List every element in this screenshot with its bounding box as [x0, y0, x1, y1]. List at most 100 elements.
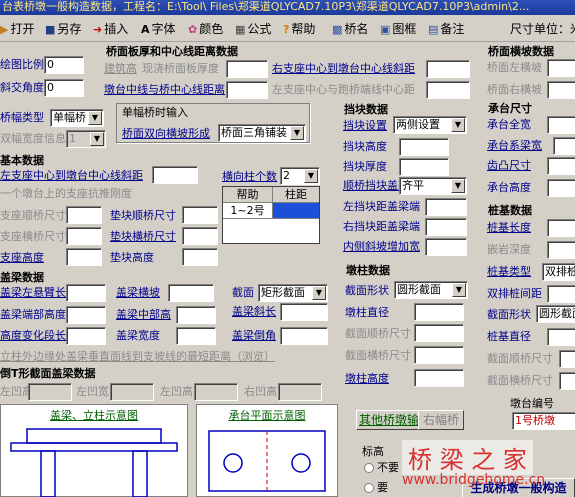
- chevron-down-icon: ▼: [304, 169, 318, 183]
- support-long-input[interactable]: [66, 206, 102, 224]
- skew-input[interactable]: 0: [44, 79, 84, 97]
- column-spacing-table: 帮助 柱距 1~2号: [222, 186, 320, 244]
- deck-width-select[interactable]: 1 ▼: [66, 130, 106, 148]
- save-icon: ■: [45, 23, 56, 36]
- help-button[interactable]: ? 帮助: [283, 22, 315, 37]
- color-button[interactable]: ✿ 颜色: [188, 22, 223, 37]
- table-header-help[interactable]: 帮助: [223, 187, 273, 203]
- inner-slope-label: 内侧斜坡增加宽: [343, 240, 420, 253]
- deck-slope-select[interactable]: 桥面三角铺装 ▼: [218, 124, 306, 142]
- note-button[interactable]: ▤ 备注: [428, 22, 464, 37]
- right-retaining-dist-label: 右挡块距盖梁端: [343, 220, 420, 233]
- cap-chamfer-input[interactable]: [280, 327, 328, 345]
- left-retaining-dist-input[interactable]: [425, 198, 467, 216]
- pier-section-trans-input[interactable]: [414, 346, 464, 364]
- left-support-dist-label: 左支座中心到墩台中心线斜距: [0, 169, 143, 182]
- right-slope-input[interactable]: [547, 81, 575, 99]
- pier-section-long-label: 截面顺桥尺寸: [345, 327, 411, 340]
- option-yes[interactable]: 要: [364, 482, 388, 493]
- pile-section-select[interactable]: 圆形截面: [536, 305, 575, 323]
- pier-diameter-input[interactable]: [414, 303, 464, 321]
- option-no[interactable]: 不要: [364, 462, 399, 473]
- cap-full-width-input[interactable]: [547, 116, 575, 134]
- note-icon: ▤: [428, 23, 439, 36]
- insert-button[interactable]: ➜ 插入: [93, 22, 128, 37]
- deck-type-select[interactable]: 单幅桥 ▼: [50, 109, 104, 127]
- pad-trans-input[interactable]: [182, 227, 218, 245]
- pile-length-input[interactable]: [547, 219, 575, 237]
- pile-type-select[interactable]: 双排桩: [542, 263, 575, 281]
- deck-thick-input[interactable]: [226, 60, 268, 78]
- cap-system-width-input[interactable]: [553, 137, 575, 155]
- save-as-button[interactable]: ■ 另存: [45, 22, 81, 37]
- double-pile-input[interactable]: [547, 285, 575, 303]
- pad-long-input[interactable]: [182, 206, 218, 224]
- cap-slope-input[interactable]: [168, 284, 214, 302]
- cap-height-input[interactable]: [547, 179, 575, 197]
- frame-button[interactable]: ▣ 图框: [380, 22, 416, 37]
- support-height-label: 支座高度: [0, 251, 44, 264]
- retaining-setup-select[interactable]: 两侧设置 ▼: [393, 116, 467, 134]
- height-change-input[interactable]: [66, 327, 106, 345]
- left-slope-label: 桥面左横坡: [487, 61, 542, 74]
- right-notch-height-input[interactable]: [278, 383, 322, 401]
- left-notch-short-input[interactable]: [194, 383, 238, 401]
- pier-to-bridge-input[interactable]: [226, 81, 268, 99]
- cap-size-header: 承台尺寸: [488, 102, 532, 115]
- convex-label: 齿凸尺寸: [487, 159, 531, 172]
- pier-height-input[interactable]: [414, 369, 464, 387]
- pier-section-select[interactable]: 圆形截面 ▼: [394, 281, 468, 299]
- pile-section-long-input[interactable]: [559, 350, 575, 368]
- left-notch-height-input[interactable]: [28, 383, 72, 401]
- cap-end-height-input[interactable]: [66, 306, 106, 324]
- support-trans-input[interactable]: [66, 227, 102, 245]
- cross-col-label: 横向柱个数: [222, 170, 277, 183]
- scale-label: 绘图比例: [0, 58, 44, 71]
- left-support-pad-input[interactable]: [426, 81, 470, 99]
- retaining-thick-input[interactable]: [399, 158, 449, 176]
- cap-left-cant-input[interactable]: [66, 284, 106, 302]
- left-support-dist-input[interactable]: [152, 166, 198, 184]
- unit-label: 尺寸单位：米: [510, 22, 575, 36]
- retaining-height-input[interactable]: [399, 138, 449, 156]
- right-support-input[interactable]: [426, 60, 470, 78]
- pier-section-long-input[interactable]: [414, 324, 464, 342]
- font-button[interactable]: A 字体: [141, 22, 176, 37]
- bridge-name-button[interactable]: ▩ 桥名: [332, 22, 368, 37]
- right-retaining-dist-input[interactable]: [425, 218, 467, 236]
- cap-left-cant-label: 盖梁左悬臂长: [0, 286, 66, 299]
- cap-chamfer-label: 盖梁倒角: [232, 329, 276, 342]
- deck-type-label: 桥幅类型: [0, 111, 44, 124]
- rock-depth-input[interactable]: [547, 241, 575, 259]
- left-notch-width-input[interactable]: [110, 383, 154, 401]
- cap-width-input[interactable]: [176, 327, 216, 345]
- chevron-down-icon: ▼: [88, 111, 102, 125]
- chevron-down-icon: ▼: [312, 286, 326, 300]
- pier-to-bridge-label: 墩台中线与桥中心线距离: [104, 83, 225, 96]
- table-header-spacing[interactable]: 柱距: [273, 187, 319, 203]
- frame-icon: ▣: [380, 23, 391, 36]
- table-cell-spacing[interactable]: [273, 203, 319, 219]
- pile-diameter-input[interactable]: [547, 328, 575, 346]
- pile-section-trans-input[interactable]: [559, 372, 575, 390]
- pier-num-select[interactable]: 1号桥墩: [512, 412, 575, 430]
- right-bridge-button[interactable]: 右幅桥: [418, 410, 464, 430]
- rock-depth-label: 嵌岩深度: [487, 243, 531, 256]
- left-slope-input[interactable]: [547, 59, 575, 77]
- cap-section-select[interactable]: 矩形截面 ▼: [258, 284, 328, 302]
- scale-input[interactable]: 0: [44, 56, 84, 74]
- radio-no[interactable]: [364, 463, 374, 473]
- pier-section-trans-label: 截面横桥尺寸: [345, 349, 411, 362]
- watermark-url: www.bridgehome.cn: [402, 472, 546, 488]
- formula-button[interactable]: ▦ 公式: [235, 22, 271, 37]
- cap-mid-height-input[interactable]: [176, 306, 216, 324]
- inner-slope-input[interactable]: [425, 238, 467, 256]
- support-height-input[interactable]: [66, 248, 102, 266]
- radio-yes[interactable]: [364, 483, 374, 493]
- cross-col-select[interactable]: 2 ▼: [280, 167, 320, 185]
- open-button[interactable]: ▶ 打开: [0, 22, 34, 37]
- pad-height-input[interactable]: [182, 248, 218, 266]
- cap-slant-input[interactable]: [280, 303, 328, 321]
- convex-input[interactable]: [547, 157, 575, 175]
- retaining-top-select[interactable]: 齐平 ▼: [399, 177, 467, 195]
